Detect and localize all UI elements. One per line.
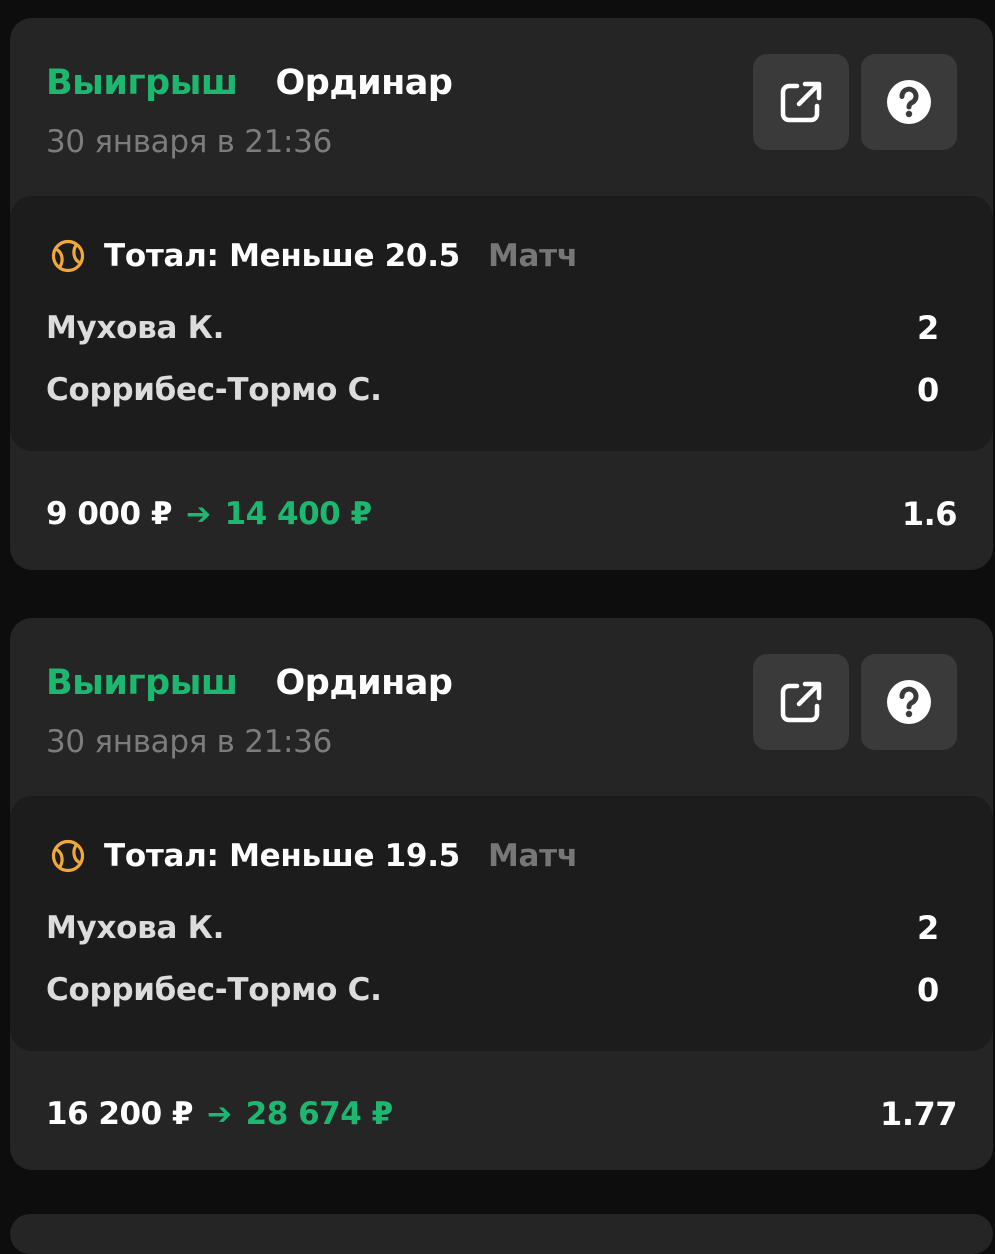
- bet-amounts: 16 200 ₽ ➔ 28 674 ₽: [46, 1096, 393, 1132]
- bet-status-line: Выигрыш Ординар: [46, 658, 453, 708]
- team-row: Соррибес-Тормо С. 0: [46, 368, 939, 412]
- bet-status: Выигрыш: [46, 63, 238, 103]
- market-period: Матч: [487, 838, 578, 874]
- bet-status-line: Выигрыш Ординар: [46, 58, 453, 108]
- team-score: 2: [917, 309, 939, 347]
- market-name: Тотал: Меньше 20.5: [104, 238, 460, 274]
- bet-status: Выигрыш: [46, 663, 238, 703]
- bet-card[interactable]: [10, 1214, 993, 1254]
- team-row: Соррибес-Тормо С. 0: [46, 968, 939, 1012]
- help-button[interactable]: [861, 654, 957, 750]
- market-period: Матч: [487, 238, 578, 274]
- share-button[interactable]: [753, 54, 849, 150]
- share-icon: [780, 681, 822, 723]
- share-icon: [780, 81, 822, 123]
- question-circle-icon: [887, 680, 931, 724]
- help-button[interactable]: [861, 54, 957, 150]
- question-circle-icon: [887, 80, 931, 124]
- share-button[interactable]: [753, 654, 849, 750]
- bet-odds: 1.77: [880, 1095, 957, 1133]
- bet-card-header: Выигрыш Ординар 30 января в 21:36: [10, 18, 993, 196]
- bet-amounts: 9 000 ₽ ➔ 14 400 ₽: [46, 496, 372, 532]
- bet-card-header: Выигрыш Ординар 30 января в 21:36: [10, 618, 993, 796]
- bet-odds: 1.6: [901, 495, 958, 533]
- bet-type: Ординар: [275, 663, 453, 703]
- team-name: Мухова К.: [46, 310, 225, 346]
- market-line: Тотал: Меньше 20.5 Матч: [50, 234, 578, 278]
- tennis-ball-icon: [50, 838, 86, 874]
- arrow-right-icon: ➔: [185, 496, 211, 532]
- tennis-ball-icon: [50, 238, 86, 274]
- team-name: Соррибес-Тормо С.: [46, 972, 382, 1008]
- bet-date: 30 января в 21:36: [46, 724, 333, 760]
- payout-amount: 28 674 ₽: [245, 1096, 394, 1132]
- team-name: Мухова К.: [46, 910, 225, 946]
- team-row: Мухова К. 2: [46, 306, 939, 350]
- stake-amount: 9 000 ₽: [46, 496, 172, 532]
- bet-card[interactable]: Выигрыш Ординар 30 января в 21:36 Тотал:…: [10, 18, 993, 570]
- arrow-right-icon: ➔: [207, 1096, 232, 1132]
- payout-amount: 14 400 ₽: [224, 496, 373, 532]
- team-name: Соррибес-Тормо С.: [46, 372, 382, 408]
- bet-amount-line: 9 000 ₽ ➔ 14 400 ₽ 1.6: [46, 492, 958, 536]
- bet-card[interactable]: Выигрыш Ординар 30 января в 21:36 Тотал:…: [10, 618, 993, 1170]
- bet-type: Ординар: [275, 63, 453, 103]
- event-block: Тотал: Меньше 19.5 Матч Мухова К. 2 Сорр…: [10, 796, 993, 1051]
- team-score: 0: [917, 971, 939, 1009]
- market-line: Тотал: Меньше 19.5 Матч: [50, 834, 578, 878]
- team-score: 0: [917, 371, 939, 409]
- team-score: 2: [917, 909, 939, 947]
- event-block: Тотал: Меньше 20.5 Матч Мухова К. 2 Сорр…: [10, 196, 993, 451]
- market-name: Тотал: Меньше 19.5: [104, 838, 460, 874]
- bet-amount-line: 16 200 ₽ ➔ 28 674 ₽ 1.77: [46, 1092, 957, 1136]
- team-row: Мухова К. 2: [46, 906, 939, 950]
- stake-amount: 16 200 ₽: [46, 1096, 194, 1132]
- bet-date: 30 января в 21:36: [46, 124, 333, 160]
